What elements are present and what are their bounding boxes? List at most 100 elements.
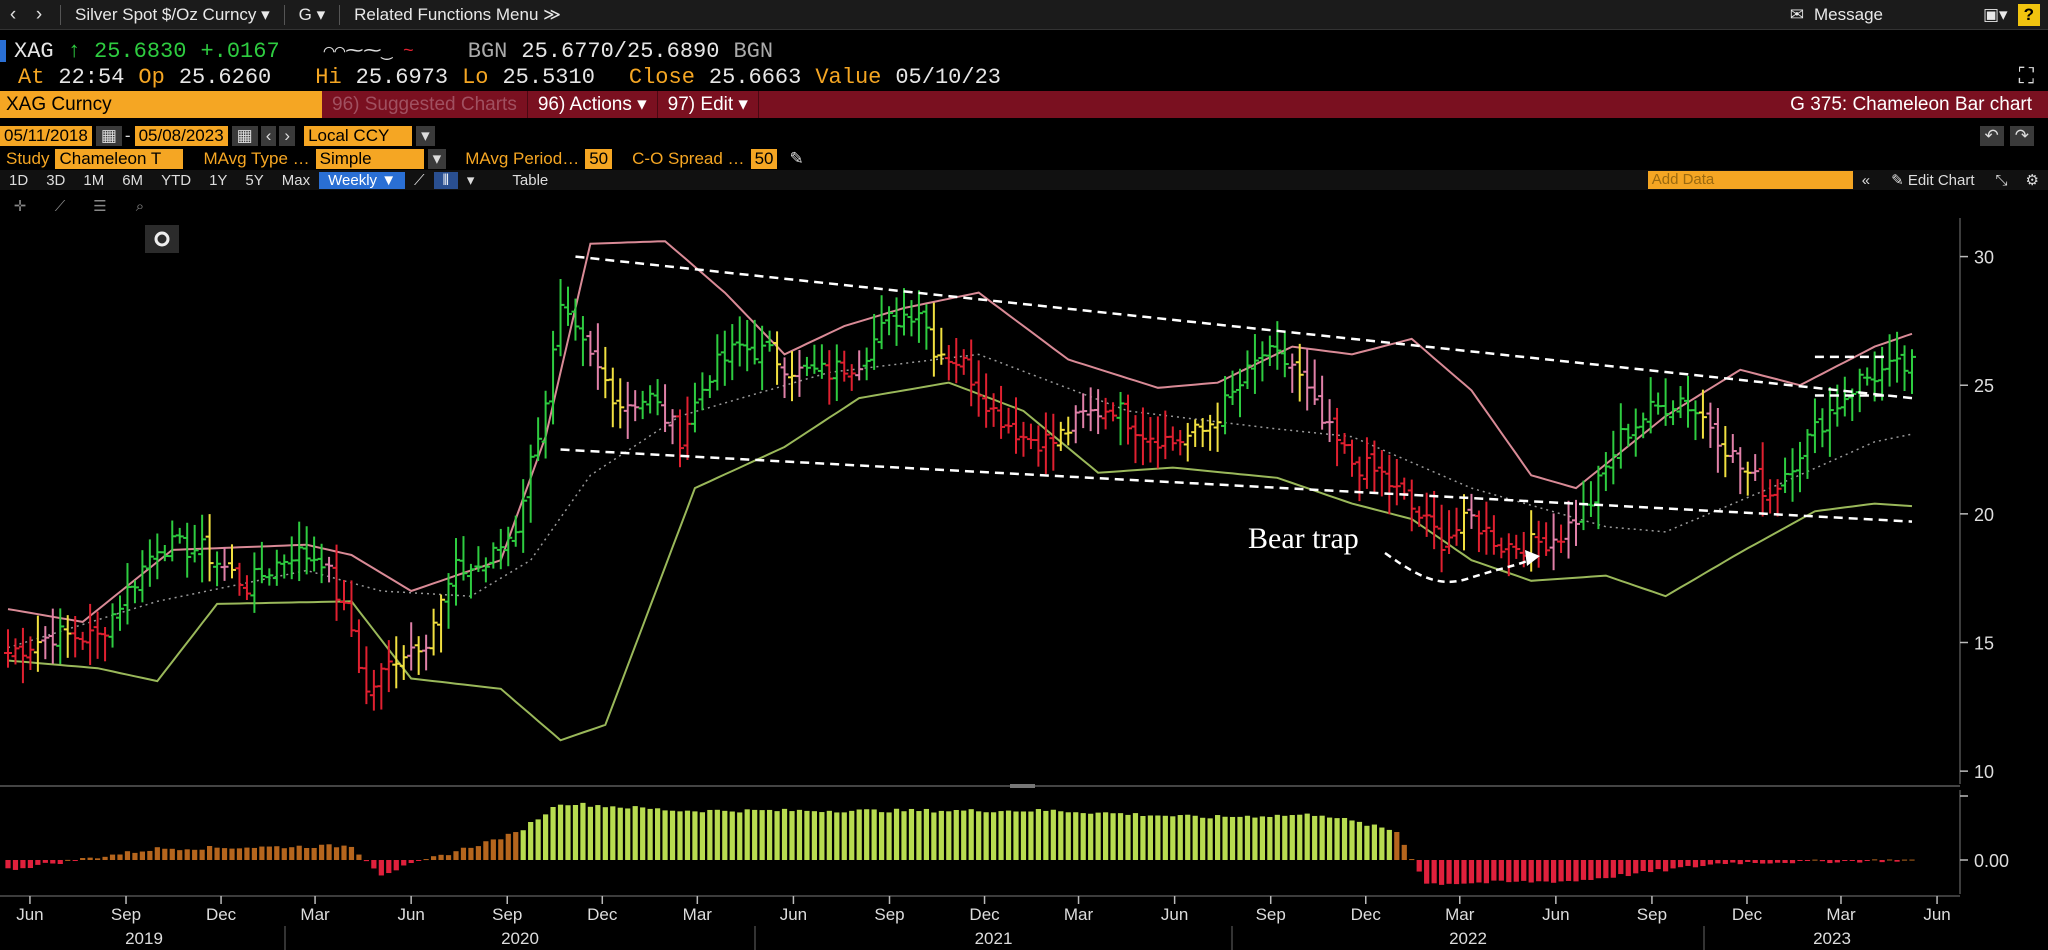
table-button[interactable]: Table [503, 172, 557, 189]
lower-panel-bar [192, 849, 198, 860]
lower-panel-bar [968, 809, 974, 860]
lower-panel-bar [819, 812, 825, 860]
study-select[interactable]: Chameleon T [55, 149, 184, 169]
lower-panel-bar [1640, 860, 1646, 872]
lower-panel-bar [378, 860, 384, 876]
start-date-field[interactable]: 05/11/2018 [0, 126, 92, 146]
period-button-5y[interactable]: 5Y [236, 172, 272, 189]
chevron-down-icon[interactable]: ▾ [416, 126, 435, 146]
lower-panel-bar [1088, 813, 1094, 860]
lower-panel-bar [1685, 860, 1691, 866]
mavg-type-select[interactable]: Simple [315, 149, 424, 169]
value-label: Value [815, 64, 882, 90]
lower-panel-bar [976, 811, 982, 860]
end-date-field[interactable]: 05/08/2023 [134, 126, 228, 146]
lower-panel-bar [1752, 860, 1758, 863]
period-button-max[interactable]: Max [273, 172, 319, 189]
lower-panel-bar [12, 860, 19, 870]
calendar-icon[interactable]: ▦ [95, 126, 122, 146]
resize-icon[interactable]: ⤡ [1987, 172, 2017, 189]
mavg-period-field[interactable]: 50 [585, 149, 613, 169]
high-label: Hi [315, 64, 342, 90]
chevron-down-icon[interactable]: ▾ [427, 149, 447, 169]
list-icon[interactable]: ☰ [80, 197, 120, 215]
period-button-3d[interactable]: 3D [37, 172, 74, 189]
co-spread-label: C-O Spread … [632, 149, 745, 168]
lower-panel-bar [1215, 815, 1221, 860]
lower-panel-bar [983, 812, 989, 860]
lower-panel-bar [1341, 817, 1348, 860]
lower-panel-bar [1857, 860, 1863, 863]
security-field[interactable]: XAG Curncy [0, 91, 322, 118]
undo-icon[interactable]: ↶ [1979, 126, 2004, 146]
lower-panel-bar [662, 810, 668, 860]
help-button[interactable]: ? [2017, 3, 2040, 26]
selection-marker [0, 40, 6, 62]
currency-select[interactable]: Local CCY [304, 126, 413, 146]
crosshair-icon[interactable]: ✛ [0, 197, 40, 215]
expand-icon[interactable]: ⛶ [2019, 65, 2034, 90]
lower-panel-bar [1050, 809, 1056, 860]
lower-panel-bar [1692, 860, 1699, 868]
x-tick-label: Dec [206, 905, 237, 924]
lower-panel-bar [296, 845, 302, 860]
message-button[interactable]: Message [1814, 5, 1883, 25]
lower-panel-bar [617, 807, 623, 860]
line-tool-icon[interactable]: ⟋ [40, 198, 80, 215]
lower-panel-bar [65, 859, 71, 861]
lower-panel-bar [1043, 810, 1049, 860]
lower-panel-bar [834, 812, 840, 860]
lower-panel-bar [1371, 824, 1377, 860]
back-icon[interactable]: ‹ [0, 4, 26, 26]
g-menu[interactable]: G ▾ [293, 5, 331, 25]
period-button-1m[interactable]: 1M [74, 172, 113, 189]
calendar-icon[interactable]: ▦ [231, 126, 258, 146]
prev-period-icon[interactable]: ‹ [260, 126, 277, 146]
collapse-icon[interactable]: « [1853, 172, 1879, 189]
actions-button[interactable]: 96) Actions ▾ [528, 91, 658, 118]
edit-button[interactable]: 97) Edit ▾ [658, 91, 759, 118]
x-tick-label: Sep [874, 905, 904, 924]
x-tick-label: Dec [1351, 905, 1382, 924]
lower-panel-bar [1312, 815, 1318, 860]
bar-chart-icon[interactable]: ⫴ [433, 171, 458, 189]
low-value: 25.5310 [502, 64, 595, 90]
suggested-charts-button[interactable]: 96) Suggested Charts [322, 91, 528, 118]
zoom-reset-button[interactable] [145, 225, 179, 253]
lower-panel-bar [117, 854, 123, 860]
window-icon[interactable]: ▣▾ [1983, 5, 2008, 25]
price-chart[interactable]: Bear trap 10 15 20 25 30 0.00 Jun Sep Dec Mar Ju… [0, 218, 2048, 950]
lower-panel-bar [1461, 860, 1467, 884]
lower-panel-bar [401, 860, 407, 866]
chart-type-dropdown[interactable]: ▾ [458, 171, 484, 189]
period-button-1d[interactable]: 1D [0, 172, 37, 189]
lower-panel-bar [849, 810, 855, 860]
gear-icon[interactable]: ⚙ [2017, 171, 2048, 189]
envelope-icon[interactable]: ✉ [1790, 5, 1804, 25]
divider [283, 4, 285, 25]
lower-panel-bar [1073, 812, 1079, 860]
redo-icon[interactable]: ↷ [2009, 126, 2034, 146]
lower-panel-bar [722, 810, 728, 860]
function-title: G 375: Chameleon Bar chart [1790, 93, 2032, 115]
period-button-ytd[interactable]: YTD [152, 172, 200, 189]
zoom-icon[interactable]: ⌕ [120, 198, 160, 215]
forward-icon[interactable]: › [26, 4, 52, 26]
related-functions-menu[interactable]: Related Functions Menu ≫ [348, 5, 567, 25]
last-price: ↑ 25.6830 [67, 38, 187, 64]
add-data-input[interactable]: Add Data [1647, 171, 1853, 189]
security-menu[interactable]: Silver Spot $/Oz Curncy ▾ [69, 5, 276, 25]
line-chart-icon[interactable]: ⟋ [405, 172, 434, 189]
period-button-6m[interactable]: 6M [113, 172, 152, 189]
lower-panel-bar [207, 846, 213, 860]
lower-panel-bar [1521, 860, 1527, 881]
edit-chart-button[interactable]: ✎ Edit Chart [1891, 171, 1974, 189]
lower-panel-bar [1237, 816, 1243, 860]
co-spread-field[interactable]: 50 [750, 149, 778, 169]
period-button-1y[interactable]: 1Y [200, 172, 236, 189]
lower-panel-bar [931, 812, 937, 860]
lower-panel-bar [879, 812, 885, 860]
next-period-icon[interactable]: › [279, 126, 296, 146]
frequency-select[interactable]: Weekly ▼ [319, 171, 406, 189]
pencil-icon[interactable]: ✎ [789, 149, 803, 169]
